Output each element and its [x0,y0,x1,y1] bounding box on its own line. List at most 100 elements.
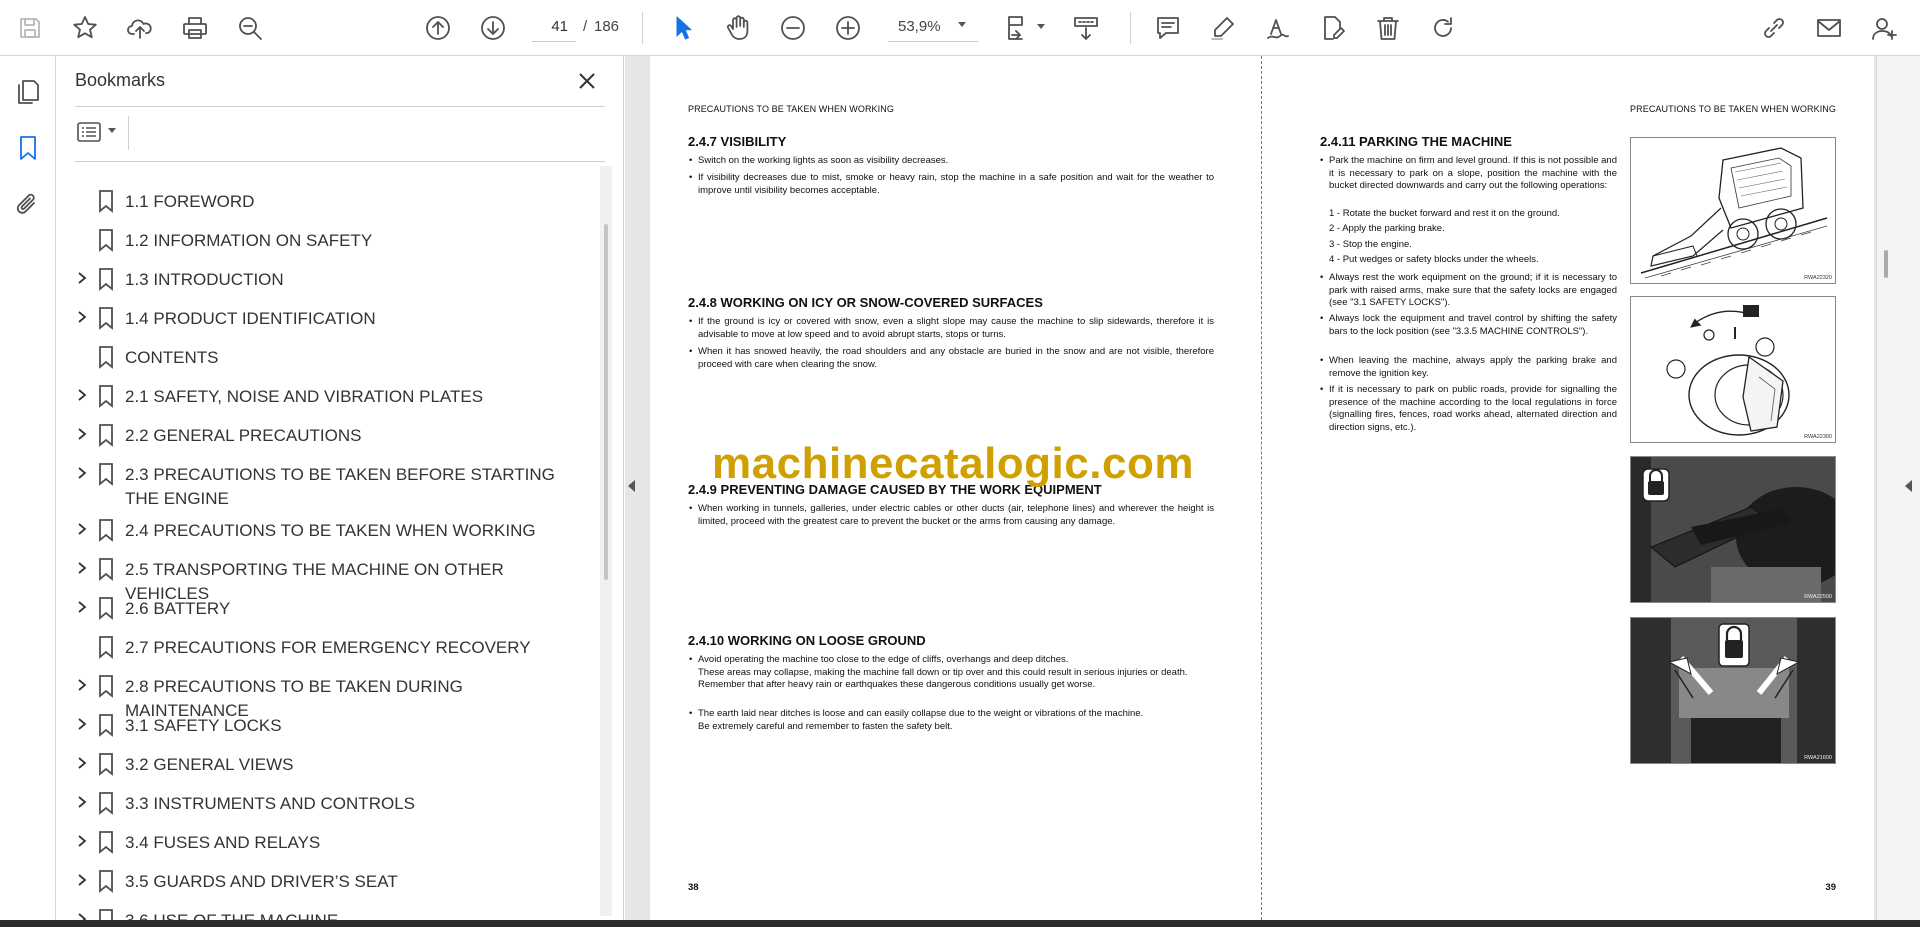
right-panel-collapsed [1876,56,1920,920]
chevron-right-icon[interactable] [72,870,92,890]
bookmark-options-icon[interactable] [75,118,131,148]
bookmark-label: 1.2 INFORMATION ON SAFETY [125,231,373,250]
bullet-text: • If it is necessary to park on public ro… [1320,384,1617,433]
chevron-right-icon[interactable] [72,268,92,288]
bookmark-icon [96,344,116,370]
figure-skid-loader-slope: RWA22320 [1630,137,1836,284]
share-upload-icon[interactable] [122,10,158,46]
chevron-right-icon[interactable] [72,424,92,444]
chevron-down-icon[interactable] [108,128,116,133]
section-title: 2.4.11 PARKING THE MACHINE [1320,134,1512,149]
delete-trash-icon[interactable] [1370,10,1406,46]
page-number-input[interactable] [532,12,576,42]
bookmark-icon [96,556,116,582]
close-icon[interactable] [574,68,600,94]
chevron-right-icon[interactable] [72,909,92,920]
section-title: 2.4.10 WORKING ON LOOSE GROUND [688,633,926,648]
bookmark-item[interactable]: 2.3 PRECAUTIONS TO BE TAKEN BEFORE START… [56,459,601,509]
bookmarks-icon[interactable] [10,130,46,166]
bookmark-item[interactable]: 1.1 FOREWORD [56,186,601,218]
bookmarks-scrollbar-thumb[interactable] [604,224,608,580]
next-page-icon[interactable] [475,10,511,46]
bookmark-label: 1.1 FOREWORD [125,192,255,211]
figure-safety-bars-photo: RWA21600 [1630,617,1836,764]
previous-page-icon[interactable] [420,10,456,46]
chevron-right-icon[interactable] [72,714,92,734]
bookmark-item[interactable]: 2.6 BATTERY [56,593,601,625]
bookmark-item[interactable]: 2.8 PRECAUTIONS TO BE TAKEN DURING MAINT… [56,671,601,720]
page-total: 186 [594,18,620,35]
bookmark-label: 3.4 FUSES AND RELAYS [125,833,321,852]
collapse-panel-left-icon[interactable] [628,480,635,492]
step-text: 1 - Rotate the bucket forward and rest i… [1329,208,1560,219]
chevron-right-icon[interactable] [72,597,92,617]
step-text: 3 - Stop the engine. [1329,239,1412,250]
scroll-mode-icon[interactable] [1068,10,1104,46]
bullet-text: • When it has snowed heavily, the road sh… [689,346,1214,370]
bookmark-item[interactable]: 2.5 TRANSPORTING THE MACHINE ON OTHER VE… [56,554,601,603]
save-icon[interactable] [12,10,48,46]
bookmark-item[interactable]: 3.6 USE OF THE MACHINE [56,905,601,920]
bookmark-label: 3.5 GUARDS AND DRIVER’S SEAT [125,872,398,891]
zoom-out-icon[interactable] [775,10,811,46]
bookmark-icon [96,634,116,660]
redo-rotate-icon[interactable] [1425,10,1461,46]
figure-ignition-key: RWA22300 [1630,296,1836,443]
chevron-right-icon[interactable] [72,463,92,483]
email-icon[interactable] [1811,10,1847,46]
step-text: 4 - Put wedges or safety blocks under th… [1329,254,1539,265]
zoom-in-icon[interactable] [830,10,866,46]
edit-pdf-icon[interactable] [1315,10,1351,46]
bookmark-item[interactable]: 2.4 PRECAUTIONS TO BE TAKEN WHEN WORKING [56,515,601,547]
bookmark-item[interactable]: 2.7 PRECAUTIONS FOR EMERGENCY RECOVERY [56,632,601,664]
chevron-right-icon[interactable] [72,675,92,695]
chevron-down-icon[interactable] [1037,24,1045,29]
expand-panel-right-icon[interactable] [1905,480,1912,492]
zoom-level-select[interactable]: 53,9% [888,12,978,42]
page-number: 38 [688,882,699,893]
document-scrollbar-thumb[interactable] [1884,250,1888,278]
bookmark-icon [96,712,116,738]
page-fit-icon[interactable] [1000,10,1036,46]
chevron-right-icon[interactable] [72,831,92,851]
bookmark-item[interactable]: 1.3 INTRODUCTION [56,264,601,296]
print-icon[interactable] [177,10,213,46]
comment-icon[interactable] [1150,10,1186,46]
chevron-right-icon[interactable] [72,307,92,327]
bookmark-item[interactable]: 1.2 INFORMATION ON SAFETY [56,225,601,257]
divider [75,161,605,162]
chevron-down-icon[interactable] [958,22,966,27]
figure-code: RWA22320 [1804,275,1832,281]
highlight-pen-icon[interactable] [1205,10,1241,46]
bookmark-item[interactable]: 3.3 INSTRUMENTS AND CONTROLS [56,788,601,820]
bookmark-label: 3.6 USE OF THE MACHINE [125,909,571,920]
user-add-icon[interactable] [1866,10,1902,46]
hand-tool-icon[interactable] [720,10,756,46]
zoom-level-value: 53,9% [898,18,941,35]
bookmark-item[interactable]: 3.5 GUARDS AND DRIVER’S SEAT [56,866,601,898]
chevron-right-icon[interactable] [72,792,92,812]
window-bottom-edge [0,920,1920,927]
bookmark-item[interactable]: 3.2 GENERAL VIEWS [56,749,601,781]
page-separator: / [583,18,588,35]
link-cloud-icon[interactable] [1756,10,1792,46]
search-zoom-icon[interactable] [232,10,268,46]
bookmark-item[interactable]: 1.4 PRODUCT IDENTIFICATION [56,303,601,335]
chevron-right-icon[interactable] [72,753,92,773]
sign-icon[interactable] [1260,10,1296,46]
chevron-right-icon[interactable] [72,519,92,539]
chevron-right-icon[interactable] [72,385,92,405]
page-thumbnails-icon[interactable] [10,74,46,110]
bookmark-item[interactable]: 3.4 FUSES AND RELAYS [56,827,601,859]
bookmark-item[interactable]: 3.1 SAFETY LOCKS [56,710,601,742]
bookmark-item[interactable]: CONTENTS [56,342,601,374]
bullet-text: • When working in tunnels, galleries, und… [689,503,1214,527]
bookmark-item[interactable]: 2.1 SAFETY, NOISE AND VIBRATION PLATES [56,381,601,413]
chevron-right-icon[interactable] [72,558,92,578]
attachments-paperclip-icon[interactable] [10,186,46,222]
toolbar: / 186 53,9% [0,0,1920,56]
bookmark-item[interactable]: 2.2 GENERAL PRECAUTIONS [56,420,601,452]
select-cursor-icon[interactable] [665,10,701,46]
pdf-viewer-window: / 186 53,9% [0,0,1920,927]
star-icon[interactable] [67,10,103,46]
